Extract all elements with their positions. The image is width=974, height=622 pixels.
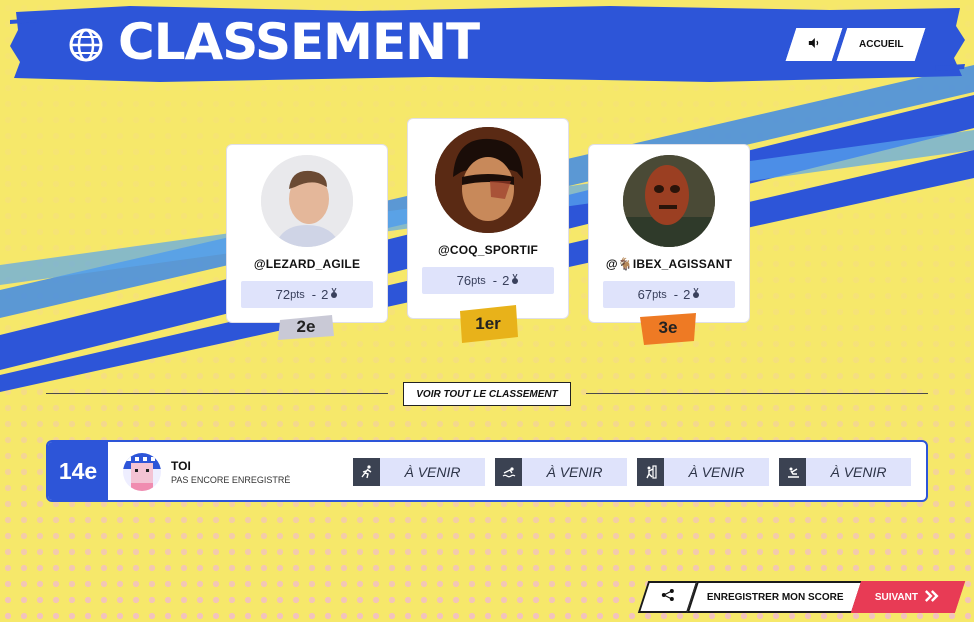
running-icon [353,458,380,486]
podium-card-second[interactable]: @LEZARD_AGILE 72 pts - 2 [226,144,388,323]
save-score-button[interactable]: ENREGISTRER MON SCORE [686,581,864,613]
event-slot: À VENIR [353,458,485,486]
stat-separator: - [673,287,679,302]
page-title: CLASSEMENT [118,13,480,71]
rank-badge-label: 3e [658,318,678,337]
podium-stats: 72 pts - 2 [241,281,373,308]
double-chevron-right-icon [925,589,941,605]
rank-badge-first: 1er [456,305,520,343]
medal-count: 2 [683,287,691,302]
podium-username: @COQ_SPORTIF [437,243,539,257]
divider-right [586,393,928,394]
rank-badge-label: 1er [475,314,501,333]
avatar [435,127,541,233]
event-status: À VENIR [664,458,769,486]
home-button[interactable]: ACCUEIL [836,28,926,61]
points-value: 72 [275,287,291,302]
podium-card-third[interactable]: @🐐IBEX_AGISSANT 67 pts - 2 [588,144,750,323]
rank-badge-label: 2e [296,317,316,336]
rowing-icon [779,458,806,486]
medal-icon [330,287,338,302]
event-slot: À VENIR [779,458,911,486]
divider-left [46,393,388,394]
podium-card-first[interactable]: @COQ_SPORTIF 76 pts - 2 [407,118,569,319]
swimming-icon [495,458,522,486]
my-name: TOI [171,459,191,473]
points-value: 76 [456,273,472,288]
next-button-content: SUIVANT [875,589,941,605]
my-ranking-row: 14e TOI PAS ENCORE ENREGISTRÉ À VENIR À … [46,440,928,502]
climbing-icon [637,458,664,486]
event-status: À VENIR [806,458,911,486]
event-slot: À VENIR [495,458,627,486]
avatar [623,155,715,247]
avatar [261,155,353,247]
next-button[interactable]: SUIVANT [850,581,966,613]
points-unit: pts [652,288,667,301]
medal-count: 2 [321,287,329,302]
medal-icon [692,287,700,302]
speaker-icon [808,36,820,54]
event-slot: À VENIR [637,458,769,486]
points-value: 67 [637,287,653,302]
globe-icon [68,27,104,63]
my-status: PAS ENCORE ENREGISTRÉ [171,475,291,485]
medal-count: 2 [502,273,510,288]
points-unit: pts [471,274,486,287]
my-avatar [123,453,161,491]
next-label: SUIVANT [875,591,919,603]
my-rank: 14e [48,442,108,500]
podium-username: @🐐IBEX_AGISSANT [605,257,733,271]
rank-badge-second: 2e [276,312,336,342]
podium-username: @LEZARD_AGILE [253,257,361,271]
stat-separator: - [492,273,498,288]
medal-icon [511,273,519,288]
event-status: À VENIR [522,458,627,486]
share-icon [661,588,675,607]
event-status: À VENIR [380,458,485,486]
stat-separator: - [311,287,317,302]
points-unit: pts [290,288,305,301]
podium-stats: 67 pts - 2 [603,281,735,308]
see-all-ranking-button[interactable]: VOIR TOUT LE CLASSEMENT [403,382,571,406]
save-score-label: ENREGISTRER MON SCORE [706,591,844,603]
podium-stats: 76 pts - 2 [422,267,554,294]
rank-badge-third: 3e [638,311,698,345]
home-button-label: ACCUEIL [858,39,904,50]
